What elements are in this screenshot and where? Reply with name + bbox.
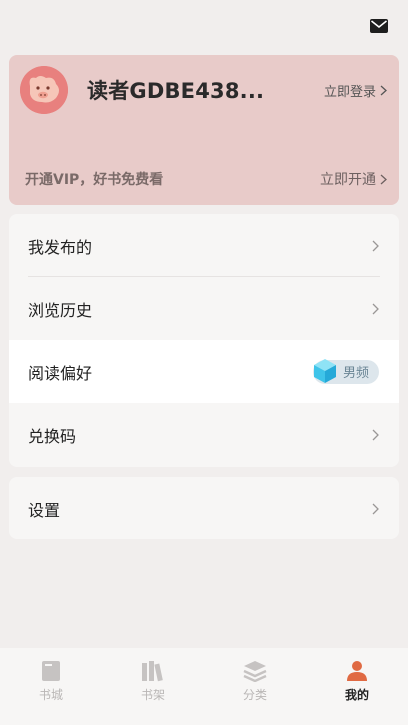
tab-bookstore[interactable]: 书城	[0, 648, 102, 725]
mail-icon[interactable]	[370, 19, 388, 33]
menu-item-redeem[interactable]: 兑换码	[9, 403, 399, 466]
vip-open-label: 立即开通	[320, 172, 376, 188]
menu-item-history[interactable]: 浏览历史	[9, 277, 399, 340]
preference-badge[interactable]: 男频	[313, 358, 379, 384]
menu-label: 浏览历史	[28, 300, 93, 320]
top-bar	[0, 0, 408, 55]
menu-card-main: 我发布的 浏览历史 阅读偏好 男频 兑换码	[9, 214, 399, 467]
vip-open-button[interactable]: 立即开通	[320, 169, 387, 189]
user-card: 读者GDBE438... 立即登录 开通VIP，好书免费看 立即开通	[9, 55, 399, 205]
chevron-right-icon	[380, 174, 387, 184]
chevron-right-icon	[372, 240, 379, 251]
cube-icon	[314, 358, 336, 383]
tab-bookshelf[interactable]: 书架	[102, 648, 204, 725]
tab-mine[interactable]: 我的	[306, 648, 408, 725]
bottom-tab-bar: 书城 书架 分类 我的	[0, 648, 408, 725]
pig-avatar-icon[interactable]	[20, 66, 68, 114]
chevron-right-icon	[372, 303, 379, 314]
preference-value: 男频	[342, 366, 369, 381]
menu-item-settings[interactable]: 设置	[9, 477, 399, 539]
tab-label: 分类	[242, 688, 267, 702]
chevron-right-icon	[372, 429, 379, 440]
tab-label: 书架	[140, 688, 165, 702]
menu-item-preference[interactable]: 阅读偏好 男频	[9, 340, 399, 403]
vip-promo-text: 开通VIP，好书免费看	[25, 172, 164, 188]
menu-label: 我发布的	[28, 237, 93, 257]
tab-category[interactable]: 分类	[204, 648, 306, 725]
user-icon	[345, 659, 369, 683]
login-button[interactable]: 立即登录	[324, 81, 387, 100]
login-label: 立即登录	[323, 85, 376, 100]
menu-label: 设置	[28, 500, 61, 520]
menu-item-published[interactable]: 我发布的	[9, 214, 399, 277]
layers-icon	[243, 659, 267, 683]
chevron-right-icon	[380, 85, 387, 96]
bookshelf-icon	[141, 659, 165, 683]
chevron-right-icon	[372, 503, 379, 514]
tab-label: 我的	[344, 688, 369, 702]
username: 读者GDBE438...	[87, 79, 265, 103]
menu-label: 阅读偏好	[28, 363, 93, 383]
menu-card-settings: 设置	[9, 477, 399, 539]
tab-label: 书城	[38, 688, 63, 702]
menu-label: 兑换码	[28, 426, 77, 446]
book-icon	[39, 659, 63, 683]
